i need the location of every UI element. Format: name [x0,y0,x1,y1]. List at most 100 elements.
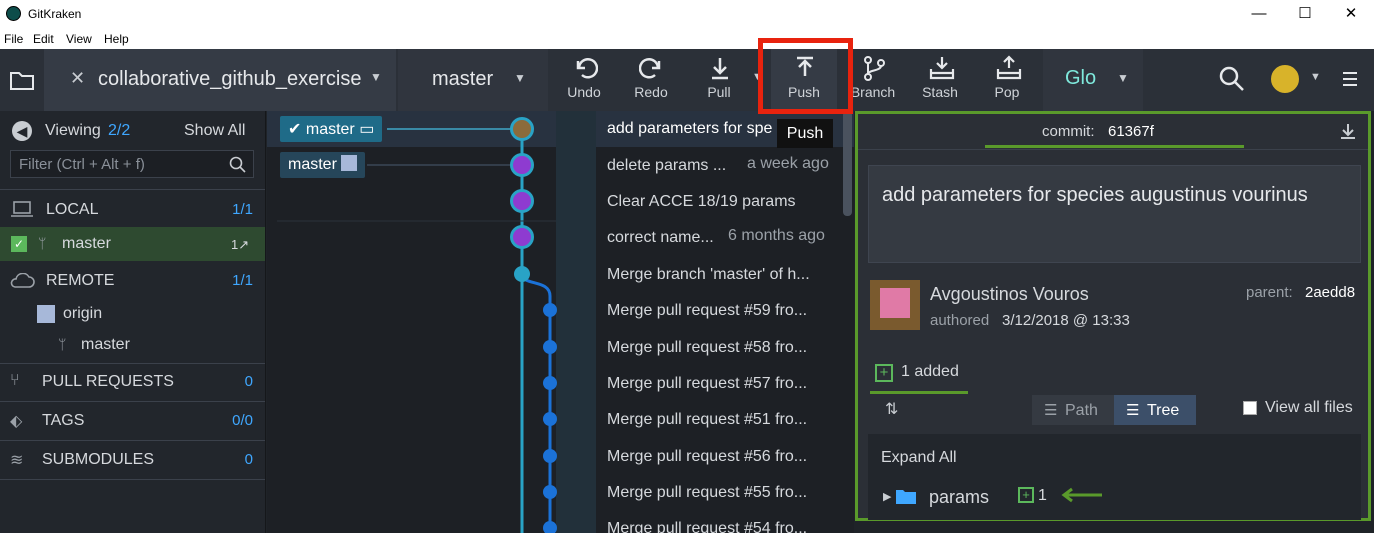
filter-placeholder: Filter (Ctrl + Alt + f) [19,156,145,173]
sort-icon[interactable]: ⇅ [885,399,898,419]
redo-icon [639,58,661,79]
submodules-label: SUBMODULES [42,451,155,468]
divider [0,479,265,480]
commit-message-box[interactable]: add parameters for species augustinus vo… [868,165,1361,263]
commit-row[interactable]: correct name... 6 months ago [267,219,854,255]
local-branch-master[interactable]: ✓ ᛘ master 1↗ [0,227,265,261]
parent-sha[interactable]: 2aedd8 [1305,284,1355,301]
tree-icon: ☰ [1126,402,1140,419]
filter-input[interactable]: Filter (Ctrl + Alt + f) [10,150,254,178]
commit-message: add parameters for spe [607,120,773,137]
folder-row-params[interactable]: ▶ params + 1 [868,484,1361,514]
remote-origin[interactable]: origin [0,299,265,329]
repo-tab[interactable]: ✕ collaborative_github_exercise ▼ [44,49,396,111]
tags-section[interactable]: ⬖ TAGS 0/0 [0,403,265,439]
menu-bar: File Edit View Help [0,28,1374,49]
commit-row[interactable]: add parameters for spe [267,111,854,147]
tags-count: 0/0 [232,412,253,429]
remote-section-header[interactable]: REMOTE 1/1 [0,262,265,298]
collapse-panel-icon[interactable]: ◀ [12,121,32,141]
menu-file[interactable]: File [4,32,23,46]
remote-label: REMOTE [46,272,115,289]
stash-button[interactable]: Stash [907,49,973,111]
checked-out-icon: ✓ [11,236,27,252]
open-repo-button[interactable] [0,49,44,111]
commit-row[interactable]: Merge pull request #59 fro... [267,292,854,328]
repo-dropdown-icon[interactable]: ▼ [370,70,382,84]
commit-row[interactable]: delete params ... a week ago [267,147,854,183]
stash-icon [929,57,955,80]
pull-requests-section[interactable]: ⑂ PULL REQUESTS 0 [0,364,265,400]
tree-view-button[interactable]: ☰ Tree [1114,395,1196,425]
commit-row[interactable]: Merge branch 'master' of h... [267,256,854,292]
graph-scrollbar[interactable] [843,111,852,216]
file-tree: Expand All ▶ params + 1 [868,434,1361,520]
minimize-button[interactable]: — [1236,0,1282,28]
commit-row[interactable]: Merge pull request #54 fro... [267,510,854,533]
commit-row[interactable]: Merge pull request #56 fro... [267,438,854,474]
cloud-icon [10,273,35,288]
glo-button[interactable]: Glo ▼ [1043,49,1143,111]
account-dropdown-icon[interactable]: ▼ [1310,71,1321,83]
commit-row[interactable]: Merge pull request #55 fro... [267,474,854,510]
branch-icon: ᛘ [58,336,67,352]
avatar[interactable] [1269,63,1301,95]
submodules-icon: ≋ [10,452,24,469]
path-view-button[interactable]: ☰ Path [1032,395,1114,425]
download-icon[interactable] [1339,122,1357,140]
view-all-files-checkbox[interactable] [1243,401,1257,415]
glo-dropdown-icon: ▼ [1117,71,1129,85]
pull-icon [712,58,728,80]
stash-label: Stash [922,84,958,100]
file-added-icon: + [1018,487,1034,503]
menu-edit[interactable]: Edit [33,32,54,46]
added-underline [870,391,968,394]
commit-row[interactable]: Merge pull request #57 fro... [267,365,854,401]
submodules-count: 0 [244,451,253,468]
commit-message: Merge pull request #55 fro... [607,484,808,501]
commit-row[interactable]: Merge pull request #58 fro... [267,329,854,365]
left-sidebar: ◀ Viewing 2/2 Show All Filter (Ctrl + Al… [0,111,266,533]
maximize-button[interactable]: ☐ [1282,0,1328,28]
folder-name: params [929,487,990,507]
ahead-count: 1↗ [231,237,250,252]
undo-button[interactable]: Undo [551,49,617,111]
green-arrow-icon [1061,487,1102,503]
commit-label: commit: [1042,123,1095,140]
branch-selector[interactable]: master ▼ [398,49,548,111]
path-label: Path [1065,402,1098,419]
close-repo-icon[interactable]: ✕ [70,68,85,89]
commit-message: Merge branch 'master' of h... [607,266,810,283]
origin-label: origin [63,305,103,322]
submodules-section[interactable]: ≋ SUBMODULES 0 [0,442,265,478]
branch-icon [864,56,885,81]
pull-button[interactable]: Pull [686,49,752,111]
remote-branch-master[interactable]: ᛘ master [0,330,265,360]
commit-sha[interactable]: 61367f [1108,123,1154,140]
tags-label: TAGS [42,412,85,429]
expand-all-button[interactable]: Expand All [881,449,957,467]
commit-row[interactable]: Merge pull request #51 fro... [267,401,854,437]
folder-icon [896,490,916,504]
redo-button[interactable]: Redo [618,49,684,111]
commit-row[interactable]: Clear ACCE 18/19 params [267,183,854,219]
laptop-icon [11,201,33,217]
branch-name: master [432,68,494,90]
close-window-button[interactable]: ✕ [1328,0,1374,28]
tag-icon: ⬖ [10,413,23,430]
hamburger-menu-icon[interactable] [1342,71,1358,87]
show-all-button[interactable]: Show All [184,122,245,140]
commit-time: 6 months ago [728,227,825,244]
author-avatar [870,280,920,330]
menu-view[interactable]: View [66,32,92,46]
pop-button[interactable]: Pop [974,49,1040,111]
expand-caret-icon[interactable]: ▶ [883,490,891,503]
local-section-header[interactable]: LOCAL 1/1 [0,191,265,227]
branch-dropdown-icon[interactable]: ▼ [514,71,526,85]
search-icon[interactable] [1218,65,1246,93]
divider [0,440,265,441]
commit-full-message: add parameters for species augustinus vo… [882,184,1308,206]
commit-message: Merge pull request #57 fro... [607,375,808,392]
added-count: 1 added [901,363,959,380]
menu-help[interactable]: Help [104,32,129,46]
